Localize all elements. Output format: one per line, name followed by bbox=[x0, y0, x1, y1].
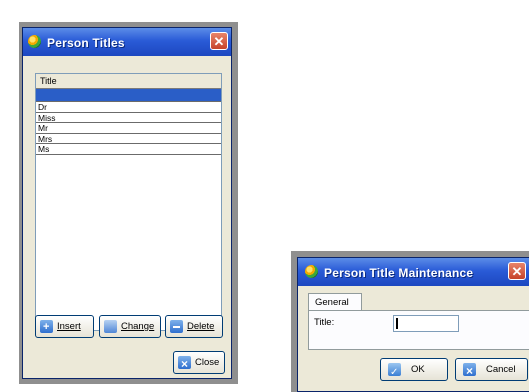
delete-label: Delete bbox=[187, 321, 215, 332]
close-window-button[interactable]: ✕ bbox=[508, 262, 526, 280]
table-row[interactable]: Mr bbox=[36, 123, 221, 134]
text-caret bbox=[396, 318, 398, 329]
change-button[interactable]: Change bbox=[99, 315, 161, 338]
maintenance-window-titlebar[interactable]: Person Title Maintenance ✕ bbox=[298, 258, 529, 286]
table-row[interactable]: Ms bbox=[36, 144, 221, 155]
x-icon bbox=[178, 354, 191, 375]
cancel-label: Cancel bbox=[486, 364, 516, 375]
check-icon bbox=[388, 362, 401, 383]
minus-icon bbox=[170, 320, 183, 333]
column-header-title[interactable]: Title bbox=[36, 74, 221, 89]
titles-grid[interactable]: Title Dr Miss Mr Mrs Ms bbox=[35, 73, 222, 331]
tab-container: General Title: bbox=[308, 293, 529, 353]
person-titles-window: Person Titles ✕ Title Dr Miss Mr Mrs Ms … bbox=[22, 27, 232, 379]
close-window-button[interactable]: ✕ bbox=[210, 32, 228, 50]
titles-window-titlebar[interactable]: Person Titles ✕ bbox=[23, 28, 231, 56]
x-icon bbox=[463, 361, 476, 382]
cancel-button[interactable]: Cancel bbox=[455, 358, 528, 382]
app-icon bbox=[305, 265, 318, 278]
window-title: Person Title Maintenance bbox=[324, 266, 474, 280]
close-label: Close bbox=[195, 357, 220, 368]
delete-button[interactable]: Delete bbox=[165, 315, 223, 338]
close-button[interactable]: Close bbox=[173, 351, 225, 375]
insert-label: Insert bbox=[57, 321, 81, 332]
tab-panel-general: Title: bbox=[308, 310, 529, 350]
change-label: Change bbox=[121, 321, 155, 332]
person-title-maintenance-window: Person Title Maintenance ✕ General Title… bbox=[297, 257, 529, 392]
table-row[interactable]: Dr bbox=[36, 102, 221, 113]
ok-label: OK bbox=[411, 364, 425, 375]
app-icon bbox=[28, 35, 41, 48]
title-input[interactable] bbox=[393, 315, 459, 332]
table-row[interactable]: Mrs bbox=[36, 134, 221, 144]
tab-general[interactable]: General bbox=[308, 293, 362, 310]
insert-button[interactable]: Insert bbox=[35, 315, 94, 338]
title-field-label: Title: bbox=[314, 317, 335, 328]
table-row[interactable] bbox=[36, 89, 221, 102]
plus-icon bbox=[40, 317, 53, 338]
ok-button[interactable]: OK bbox=[380, 358, 448, 383]
table-row[interactable]: Miss bbox=[36, 113, 221, 123]
window-title: Person Titles bbox=[47, 36, 125, 50]
edit-icon bbox=[104, 320, 117, 333]
